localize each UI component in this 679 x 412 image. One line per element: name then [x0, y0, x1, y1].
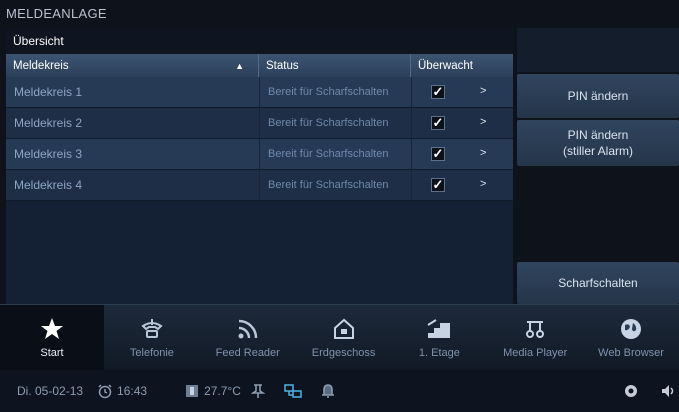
panel-header: Übersicht	[6, 28, 513, 54]
status-temperature-group: 27.7°C	[184, 383, 241, 399]
phone-icon	[139, 316, 165, 342]
app-title: MELDEANLAGE	[6, 6, 107, 21]
house-icon	[331, 316, 357, 342]
table-row[interactable]: Meldekreis 4 Bereit für Scharfschalten ✓…	[6, 170, 513, 201]
bell-icon[interactable]	[321, 383, 339, 399]
change-pin-button[interactable]: PIN ändern	[517, 74, 679, 118]
row-name: Meldekreis 4	[14, 178, 83, 192]
monitored-checkbox[interactable]: ✓	[431, 85, 445, 99]
taskbar-label: 1. Etage	[418, 347, 460, 359]
taskbar-web-browser[interactable]: Web Browser	[583, 305, 679, 370]
pin-icon[interactable]	[250, 383, 269, 399]
row-status: Bereit für Scharfschalten	[259, 77, 411, 107]
change-silent-pin-button[interactable]: PIN ändern (stiller Alarm)	[517, 120, 679, 166]
status-time-group: 16:43	[97, 383, 147, 399]
column-headers: Meldekreis ▲ Status Überwacht	[6, 54, 513, 77]
row-name: Meldekreis 3	[14, 147, 83, 161]
chevron-right-icon[interactable]: >	[480, 116, 486, 128]
globe-icon	[618, 316, 644, 342]
media-icon	[522, 316, 548, 342]
table-row[interactable]: Meldekreis 3 Bereit für Scharfschalten ✓…	[6, 139, 513, 170]
monitored-checkbox[interactable]: ✓	[431, 147, 445, 161]
taskbar-label: Telefonie	[129, 347, 174, 359]
taskbar-etage-1[interactable]: 1. Etage	[391, 305, 487, 370]
chevron-right-icon[interactable]: >	[480, 147, 486, 159]
alarm-clock-icon	[98, 384, 112, 399]
taskbar: Start Telefonie Feed Reader Erdgeschoss …	[0, 304, 679, 370]
table-row[interactable]: Meldekreis 1 Bereit für Scharfschalten ✓…	[6, 77, 513, 108]
arm-button[interactable]: Scharfschalten	[517, 262, 679, 304]
change-silent-pin-label: PIN ändern	[567, 128, 629, 142]
taskbar-label: Feed Reader	[215, 347, 280, 359]
column-header-ueberwacht[interactable]: Überwacht	[411, 54, 513, 77]
column-header-meldekreis[interactable]: Meldekreis ▲	[6, 54, 259, 77]
taskbar-label: Web Browser	[598, 347, 664, 359]
status-bar: Di. 05-02-13 16:43 27.7°C	[0, 370, 679, 412]
change-silent-pin-sublabel: (stiller Alarm)	[562, 144, 633, 158]
monitored-checkbox[interactable]: ✓	[431, 178, 445, 192]
sort-ascending-icon: ▲	[235, 60, 244, 71]
feed-icon	[235, 316, 261, 342]
status-date: Di. 05-02-13	[17, 384, 84, 398]
status-time: 16:43	[117, 384, 148, 398]
column-header-status[interactable]: Status	[259, 54, 411, 77]
thermometer-icon	[186, 385, 199, 397]
network-icon[interactable]	[283, 383, 307, 399]
chevron-right-icon[interactable]: >	[480, 178, 486, 190]
settings-icon[interactable]	[623, 383, 643, 399]
row-status: Bereit für Scharfschalten	[259, 108, 411, 138]
row-name: Meldekreis 1	[14, 85, 83, 99]
taskbar-feed-reader[interactable]: Feed Reader	[200, 305, 296, 370]
status-temperature: 27.7°C	[204, 384, 241, 398]
table-row[interactable]: Meldekreis 2 Bereit für Scharfschalten ✓…	[6, 108, 513, 139]
star-icon	[39, 316, 65, 342]
stairs-icon	[426, 316, 452, 342]
taskbar-telefonie[interactable]: Telefonie	[104, 305, 200, 370]
taskbar-start[interactable]: Start	[0, 305, 104, 370]
taskbar-erdgeschoss[interactable]: Erdgeschoss	[296, 305, 392, 370]
row-name: Meldekreis 2	[14, 116, 83, 130]
row-status: Bereit für Scharfschalten	[259, 139, 411, 169]
side-panel-header	[517, 28, 679, 72]
taskbar-media-player[interactable]: Media Player	[487, 305, 583, 370]
taskbar-label: Start	[40, 347, 64, 359]
taskbar-label: Media Player	[503, 347, 568, 359]
taskbar-label: Erdgeschoss	[311, 347, 376, 359]
chevron-right-icon[interactable]: >	[480, 85, 486, 97]
volume-icon[interactable]	[661, 383, 679, 399]
column-label-meldekreis: Meldekreis	[13, 59, 69, 72]
overview-panel: Übersicht Meldekreis ▲ Status Überwacht …	[6, 28, 513, 304]
side-actions: PIN ändern PIN ändern (stiller Alarm) Sc…	[517, 74, 679, 304]
monitored-checkbox[interactable]: ✓	[431, 116, 445, 130]
row-status: Bereit für Scharfschalten	[259, 170, 411, 200]
